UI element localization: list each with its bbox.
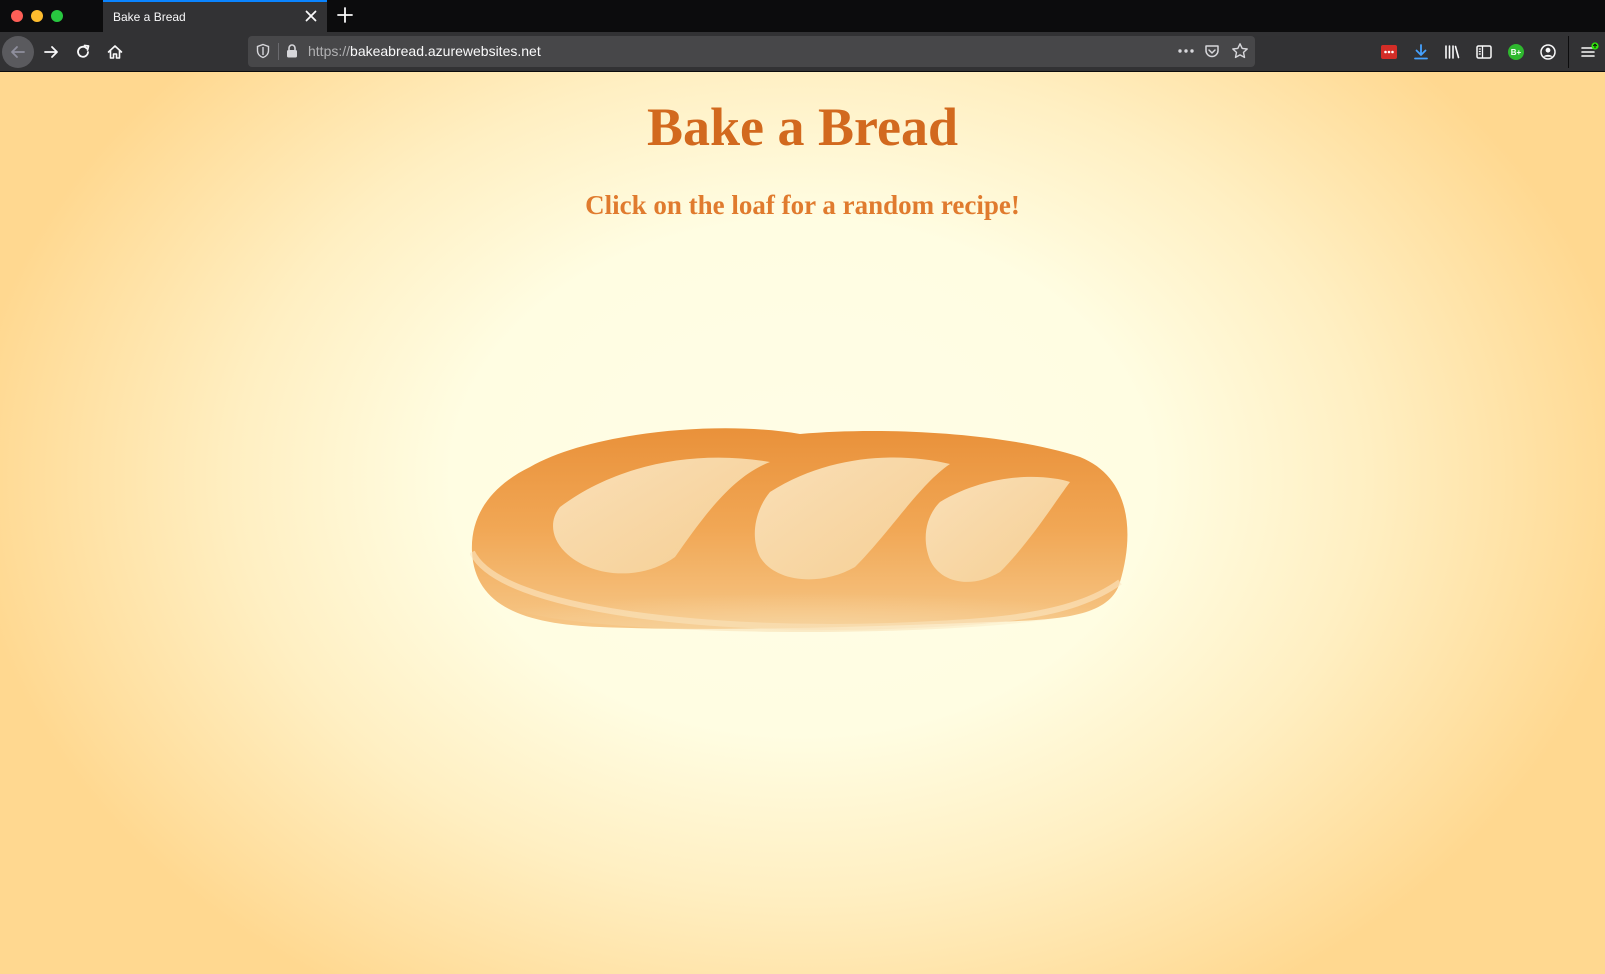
forward-arrow-icon[interactable] <box>35 36 67 68</box>
close-icon[interactable] <box>303 8 319 24</box>
svg-text:B+: B+ <box>1511 48 1522 57</box>
tab-bake-a-bread[interactable]: Bake a Bread <box>103 0 327 32</box>
star-icon[interactable] <box>1231 42 1249 60</box>
tab-strip: Bake a Bread <box>0 0 1605 32</box>
url-text[interactable]: https://bakeabread.azurewebsites.net <box>308 43 541 59</box>
pocket-icon[interactable] <box>1204 43 1220 59</box>
home-icon[interactable] <box>99 36 131 68</box>
shield-icon[interactable] <box>255 43 271 59</box>
reload-icon[interactable] <box>67 36 99 68</box>
minimize-window-button[interactable] <box>31 10 43 22</box>
back-arrow-icon[interactable] <box>2 36 34 68</box>
zoom-window-button[interactable] <box>51 10 63 22</box>
account-icon[interactable] <box>1538 42 1558 62</box>
hamburger-menu-icon[interactable] <box>1579 42 1599 62</box>
bread-loaf-image[interactable] <box>469 422 1140 642</box>
extension-badge-icon[interactable]: B+ <box>1506 42 1526 62</box>
page-subtitle: Click on the loaf for a random recipe! <box>585 190 1020 220</box>
navigation-toolbar: https://bakeabread.azurewebsites.net B+ <box>0 32 1605 72</box>
address-bar[interactable]: https://bakeabread.azurewebsites.net <box>248 36 1255 67</box>
sidebar-icon[interactable] <box>1474 42 1494 62</box>
new-tab-icon[interactable] <box>335 5 355 25</box>
more-horizontal-icon[interactable] <box>1176 43 1196 59</box>
page-viewport: Bake a Bread Click on the loaf for a ran… <box>0 72 1605 974</box>
lastpass-extension-icon[interactable] <box>1379 42 1399 62</box>
lock-icon[interactable] <box>284 43 300 59</box>
library-icon[interactable] <box>1442 42 1462 62</box>
tab-title: Bake a Bread <box>113 10 186 24</box>
download-icon[interactable] <box>1411 42 1431 62</box>
address-bar-divider <box>278 43 279 60</box>
page-title: Bake a Bread <box>646 97 959 157</box>
close-window-button[interactable] <box>11 10 23 22</box>
toolbar-divider <box>1568 36 1569 68</box>
url-protocol: https:// <box>308 43 351 59</box>
url-host: bakeabread.azurewebsites.net <box>350 43 541 59</box>
